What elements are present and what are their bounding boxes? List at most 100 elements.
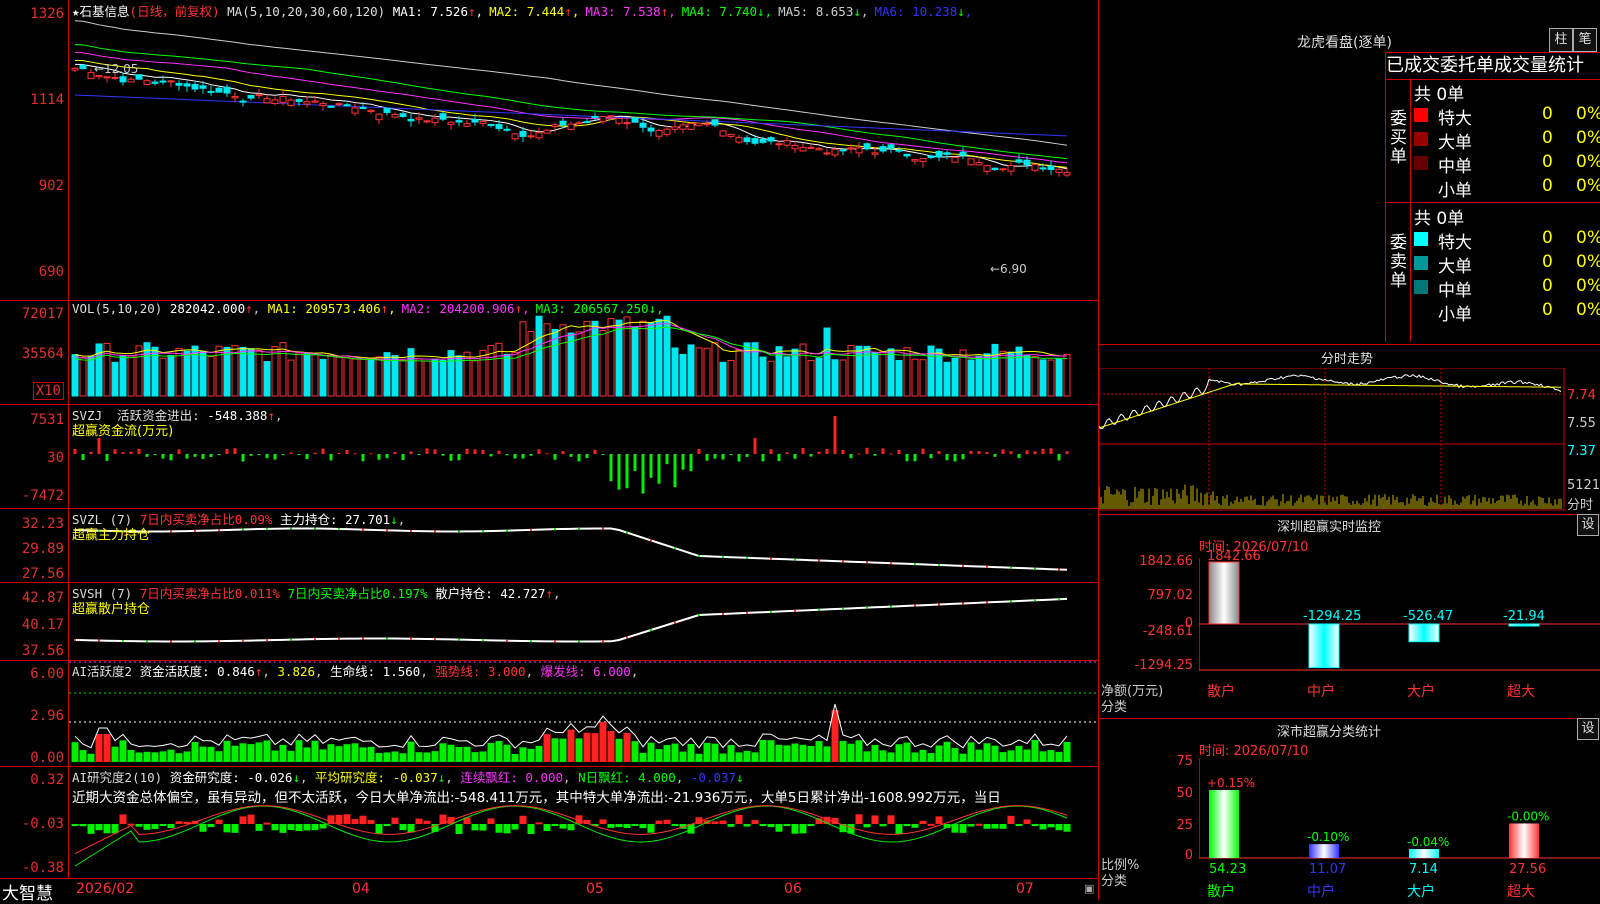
candle-body <box>263 98 271 104</box>
research-bar <box>87 824 95 834</box>
research-bar <box>959 824 967 833</box>
volume-bar <box>567 332 575 397</box>
ai-active-panel[interactable]: 6.00 2.96 0.00 AI活跃度2 资金活跃度: 0.846↑, 3.8… <box>0 660 1098 767</box>
ai-research-label: -0.38 <box>21 860 64 876</box>
lock-icon[interactable]: ▣ <box>1084 882 1094 895</box>
activity-bar <box>967 742 975 762</box>
flow-bar <box>841 449 845 454</box>
research-bar <box>807 824 815 826</box>
date-tick: 04 <box>352 881 370 897</box>
bar-view-button[interactable]: 柱 <box>1549 28 1573 52</box>
research-bar <box>263 822 271 825</box>
holding-tick <box>482 530 484 533</box>
price-axis: 1326 1114 902 690 <box>0 0 69 300</box>
activity-bar <box>663 745 671 762</box>
order-size: 中单 <box>1438 281 1472 301</box>
holding-tick <box>146 640 148 643</box>
price-label: 1326 <box>30 6 64 22</box>
research-bar <box>255 824 263 831</box>
volume-bar <box>631 326 639 397</box>
svzl-hold-value: 27.701 <box>345 512 391 527</box>
holding-tick <box>338 637 340 640</box>
svzj-panel[interactable]: 7531 30 -7472 SVZJ 活跃资金进出: -548.388↑, 超赢… <box>0 404 1098 509</box>
activity-bar <box>327 744 335 762</box>
candle-body <box>743 137 751 143</box>
flow-bar <box>449 454 453 461</box>
volume-bar <box>95 343 103 397</box>
candle-body <box>639 122 647 128</box>
net-amount-bar-chart[interactable]: 1842.66 散户 -1294.25 中户 -526.47 大户 -21.94 超大 <box>1199 514 1600 718</box>
holding-tick <box>410 637 412 640</box>
volume-bar <box>919 359 927 397</box>
research-bar <box>199 824 207 832</box>
continuous-red: 连续飘红: 0.000 <box>460 770 564 785</box>
volume-panel[interactable]: 72017 35564 X10 VOL(5,10,20) 282042.000↑… <box>0 300 1098 405</box>
price-panel[interactable]: 1326 1114 902 690 ★石基信息(日线，前复权) MA(5,10,… <box>0 0 1098 301</box>
ai-research-panel[interactable]: 0.32 -0.03 -0.38 AI研究度2(10) 资金研究度: -0.02… <box>0 766 1098 878</box>
flow-bar <box>225 449 229 454</box>
volume-bar <box>671 347 679 397</box>
activity-bar <box>559 738 567 762</box>
volume-bar <box>167 354 175 397</box>
holding-tick <box>506 639 508 642</box>
activity-bar <box>895 744 903 762</box>
svsh-ratio-1: 7日内买卖净占比0.011% <box>139 586 280 601</box>
volume-bar <box>439 360 447 397</box>
research-bar <box>727 824 735 827</box>
order-size: 特大 <box>1438 109 1472 129</box>
price-label: 902 <box>38 178 64 194</box>
holding-tick <box>770 557 772 560</box>
classify-value: 54.23 <box>1209 862 1246 877</box>
activity-bar <box>255 742 263 762</box>
flow-bar <box>1001 449 1005 454</box>
research-bar <box>559 824 567 829</box>
activity-bar <box>455 747 463 762</box>
holding-tick <box>314 638 316 641</box>
volume-bar <box>879 351 887 397</box>
flow-bar <box>425 448 429 454</box>
research-bar <box>895 824 903 834</box>
flow-bar <box>697 448 701 454</box>
svsh-axis: 42.87 40.17 37.56 <box>0 582 69 660</box>
volume-chart[interactable] <box>69 300 1097 403</box>
intraday-chart[interactable] <box>1099 368 1565 512</box>
flow-bar <box>1033 451 1037 454</box>
research-bar <box>495 824 503 833</box>
holding-tick <box>986 565 988 568</box>
svzl-panel[interactable]: 32.23 29.89 27.56 SVZL (7) 7日内买卖净占比0.09%… <box>0 508 1098 583</box>
order-count: 0 <box>1542 152 1553 172</box>
candle-body <box>159 80 167 83</box>
flow-bar <box>545 453 549 455</box>
flow-bar <box>521 454 525 459</box>
volume-bar <box>311 354 319 397</box>
holding-tick <box>626 531 628 534</box>
intraday-panel[interactable]: 分时走势 7.74 7.55 7.37 5121 分时 <box>1098 344 1600 515</box>
classify-category: 散户 <box>1207 883 1235 900</box>
activity-bar <box>335 746 343 762</box>
candlestick-chart[interactable] <box>69 0 1097 299</box>
volume-bar <box>751 342 759 397</box>
classify-panel[interactable]: 深市超赢分类统计 设 时间: 2026/07/10 75 50 25 0 比例% 分类… <box>1098 718 1600 900</box>
volume-bar <box>655 318 663 397</box>
activity-bar <box>871 744 879 762</box>
ai-active-spec: AI活跃度2 <box>72 664 133 679</box>
flow-bar <box>353 453 357 455</box>
activity-bar <box>903 742 911 762</box>
volume-bar <box>183 350 191 397</box>
holding-tick <box>794 558 796 561</box>
research-bar <box>223 824 231 833</box>
monitor-bar <box>1208 561 1240 625</box>
flow-bar <box>881 448 885 454</box>
flow-bar <box>705 454 709 461</box>
activity-bar <box>567 729 575 762</box>
candle-body <box>999 168 1007 171</box>
monitor-panel[interactable]: 深圳超赢实时监控 设 时间: 2026/07/10 1842.66 797.02 0… <box>1098 514 1600 719</box>
flow-bar <box>385 454 389 459</box>
tick-view-button[interactable]: 笔 <box>1573 28 1597 52</box>
research-bar <box>855 814 863 824</box>
monitor-y-label: 797.02 <box>1147 588 1194 603</box>
flow-bar <box>1009 451 1013 454</box>
svsh-panel[interactable]: 42.87 40.17 37.56 SVSH (7) 7日内买卖净占比0.011… <box>0 582 1098 661</box>
ratio-bar-chart[interactable]: +0.15% 54.23 散户 -0.10% 11.07 中户 -0.04% 7.14 大户 -0… <box>1199 718 1600 900</box>
flow-bar <box>1017 454 1021 459</box>
